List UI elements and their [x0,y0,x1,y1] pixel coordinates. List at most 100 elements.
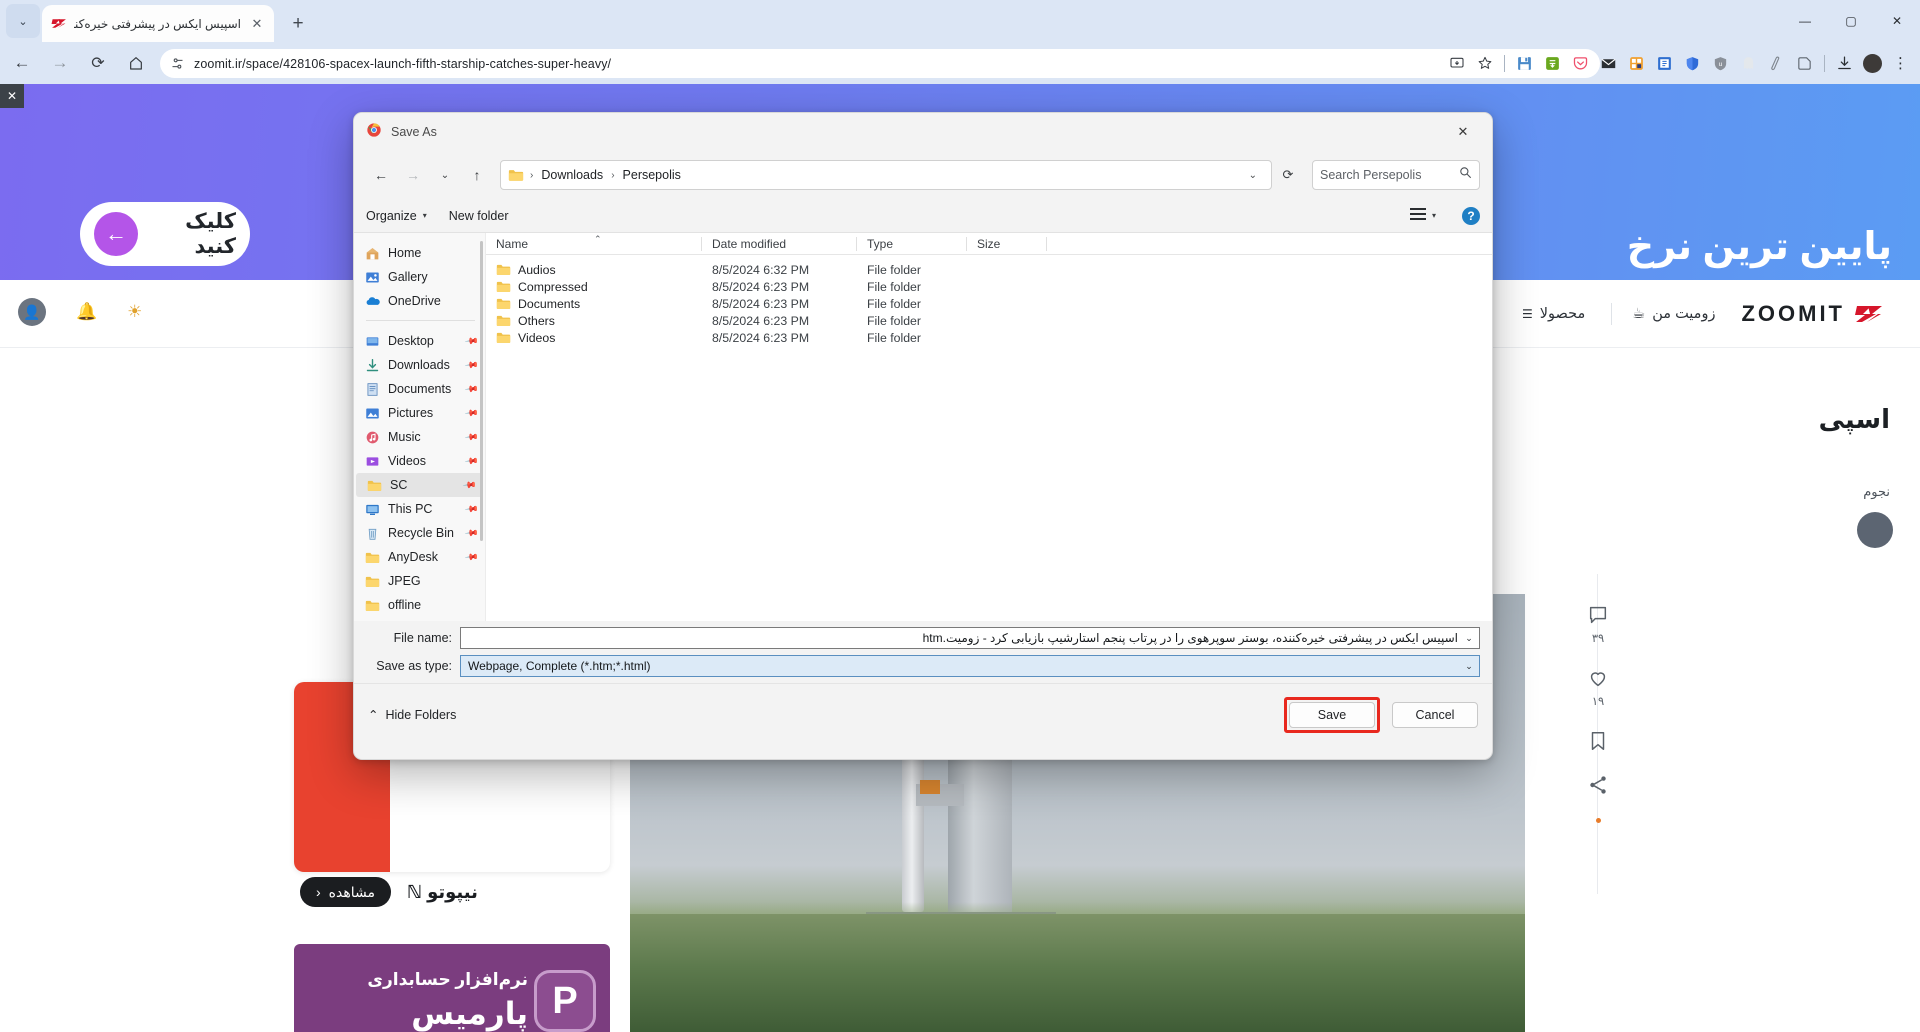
adblock-extension-icon[interactable]: u [1707,50,1734,77]
save-page-we-extension-icon[interactable] [1511,50,1538,77]
column-header-name[interactable]: Name ⌃ [486,233,702,255]
hide-folders-button[interactable]: ⌃ Hide Folders [368,707,456,723]
tab-close-icon[interactable]: ✕ [248,15,266,33]
site-settings-icon[interactable] [168,55,186,73]
nav-forward-button[interactable]: → [398,160,428,190]
cast-icon[interactable] [1443,50,1470,77]
column-header-type[interactable]: Type [857,233,967,255]
like-action[interactable]: ۱۹ [1587,667,1609,708]
nav-item-desktop[interactable]: Desktop 📌 [354,329,485,353]
nav-item-videos[interactable]: Videos 📌 [354,449,485,473]
breadcrumb-dropdown-icon[interactable]: ⌄ [1241,170,1265,181]
organize-button[interactable]: Organize ▾ [366,209,427,223]
pin-icon[interactable]: 📌 [464,525,479,541]
article-category[interactable]: نجوم [1863,484,1890,500]
bell-icon[interactable]: 🔔 [76,302,97,322]
pin-icon[interactable]: 📌 [464,429,479,445]
help-button[interactable]: ? [1462,206,1480,225]
column-header-date[interactable]: Date modified [702,233,857,255]
search-box[interactable]: Search Persepolis [1312,160,1480,190]
download-icon[interactable] [1831,50,1858,77]
nav-item-recycle-bin[interactable]: Recycle Bin 📌 [354,521,485,545]
table-row[interactable]: Compressed 8/5/2024 6:23 PM File folder [486,278,1492,295]
chevron-down-icon[interactable]: ⌄ [1461,661,1477,672]
nav-item-home[interactable]: Home [354,241,485,265]
window-maximize-button[interactable]: ▢ [1828,0,1874,42]
profile-avatar-icon[interactable] [1859,50,1886,77]
mail-extension-icon[interactable] [1595,50,1622,77]
nav-item-music[interactable]: Music 📌 [354,425,485,449]
table-row[interactable]: Others 8/5/2024 6:23 PM File folder [486,312,1492,329]
nav-item-offline[interactable]: offline [354,593,485,617]
header-link-products[interactable]: محصولا ☰ [1522,306,1585,322]
nav-up-button[interactable]: ↑ [462,160,492,190]
dialog-close-button[interactable]: ✕ [1446,118,1480,146]
comment-action[interactable]: ۳۹ [1587,604,1609,645]
nipoto-view-button[interactable]: مشاهده ‹ [300,877,391,907]
nav-item-downloads[interactable]: Downloads 📌 [354,353,485,377]
clip-extension-icon[interactable] [1763,50,1790,77]
nav-item-sc[interactable]: SC 📌 [356,473,483,497]
breadcrumb[interactable]: › Downloads › Persepolis ⌄ [500,160,1272,190]
ad-close-icon[interactable]: ✕ [0,84,24,108]
window-minimize-button[interactable]: — [1782,0,1828,42]
nav-recent-locations-button[interactable]: ⌄ [430,160,460,190]
table-row[interactable]: Documents 8/5/2024 6:23 PM File folder [486,295,1492,312]
window-close-button[interactable]: ✕ [1874,0,1920,42]
nav-item-documents[interactable]: Documents 📌 [354,377,485,401]
bookmark-action[interactable] [1588,730,1608,752]
new-tab-button[interactable]: + [284,10,312,38]
view-options-button[interactable]: ▾ [1409,207,1436,225]
new-folder-button[interactable]: New folder [449,209,509,223]
file-name-input[interactable]: اسپیس ایکس در پیشرفتی خیره‌کننده، بوستر … [460,627,1480,649]
pin-icon[interactable]: 📌 [464,381,479,397]
share-action[interactable] [1587,774,1609,796]
tab-search-chevron-icon[interactable]: ⌄ [6,4,40,38]
ide-extension-icon[interactable] [1651,50,1678,77]
ghostery-extension-icon[interactable] [1735,50,1762,77]
pocket-extension-icon[interactable] [1567,50,1594,77]
kebab-menu-icon[interactable]: ⋮ [1887,50,1914,77]
nav-item-pictures[interactable]: Pictures 📌 [354,401,485,425]
pin-icon[interactable]: 📌 [464,405,479,421]
breadcrumb-item-persepolis[interactable]: Persepolis [620,168,684,182]
chevron-down-icon[interactable]: ⌄ [1461,633,1477,644]
table-row[interactable]: Audios 8/5/2024 6:32 PM File folder [486,261,1492,278]
nav-item-jpeg[interactable]: JPEG [354,569,485,593]
pin-icon[interactable]: 📌 [464,333,479,349]
header-link-my-zoomit[interactable]: زومیت من ☕ [1632,306,1715,322]
avatar-icon[interactable]: 👤 [18,298,46,326]
save-as-type-select[interactable]: Webpage, Complete (*.htm;*.html) ⌄ [460,655,1480,677]
column-header-size[interactable]: Size [967,233,1047,255]
save-button[interactable]: Save [1289,701,1375,728]
ad-click-button[interactable]: ← کلیک کنید [80,202,250,266]
nav-back-button[interactable]: ← [366,160,396,190]
nav-item-anydesk[interactable]: AnyDesk 📌 [354,545,485,569]
parmis-ad[interactable]: P نرم‌افزار حسابداری پارمیس [294,944,610,1032]
shield-blue-extension-icon[interactable] [1679,50,1706,77]
forward-button[interactable]: → [44,47,76,79]
color-grid-extension-icon[interactable] [1623,50,1650,77]
table-row[interactable]: Videos 8/5/2024 6:23 PM File folder [486,329,1492,346]
nipoto-ad[interactable]: نیپوتو ℕ مشاهده ‹ [294,869,610,915]
pin-icon[interactable]: 📌 [464,549,479,565]
nav-item-onedrive[interactable]: OneDrive [354,289,485,313]
nav-item-gallery[interactable]: Gallery [354,265,485,289]
back-button[interactable]: ← [6,47,38,79]
nav-pane-scrollbar[interactable] [480,241,483,541]
refresh-button[interactable]: ⟳ [1274,161,1302,189]
nav-item-linux[interactable]: linux [354,617,485,621]
pin-icon[interactable]: 📌 [464,501,479,517]
browser-tab[interactable]: اسپیس ایکس در پیشرفتی خیره‌کنن ✕ [42,5,274,42]
nav-item-this-pc[interactable]: This PC 📌 [354,497,485,521]
pin-icon[interactable]: 📌 [464,453,479,469]
pin-icon[interactable]: 📌 [462,477,477,493]
breadcrumb-item-downloads[interactable]: Downloads [538,168,606,182]
home-button[interactable] [120,47,152,79]
cancel-button[interactable]: Cancel [1392,701,1478,728]
search-input[interactable]: Search Persepolis [1320,168,1459,182]
reload-button[interactable]: ⟳ [82,47,114,79]
zoomit-logo[interactable]: ZOOMIT [1741,301,1884,327]
bookmark-star-icon[interactable] [1471,50,1498,77]
pin-icon[interactable]: 📌 [464,357,479,373]
